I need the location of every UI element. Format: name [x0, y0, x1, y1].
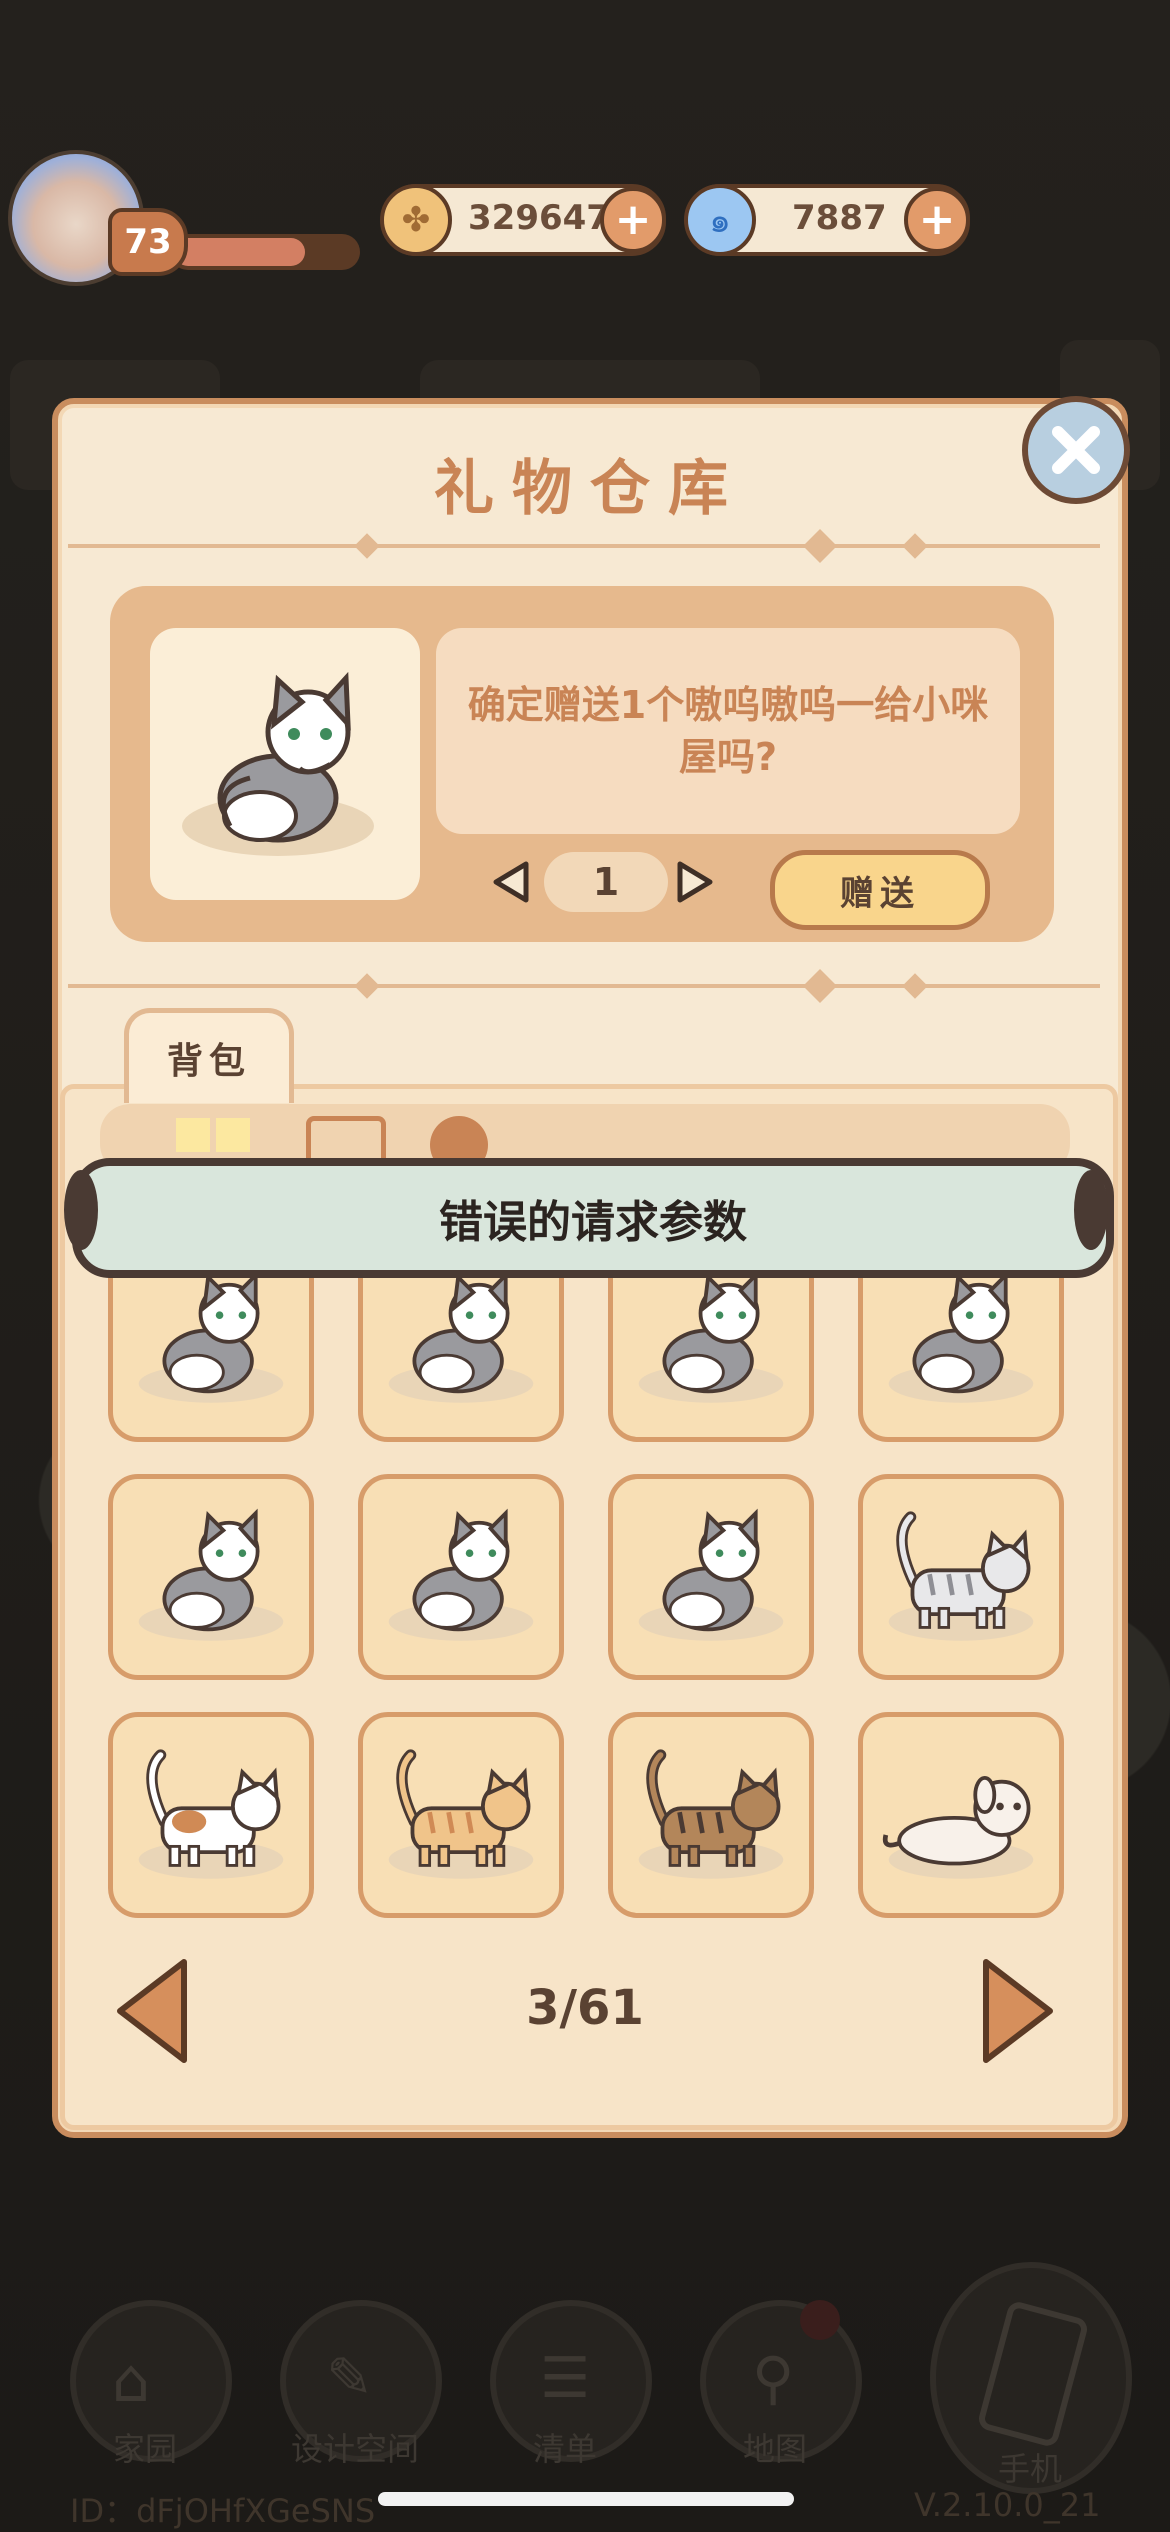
coin-counter: ✤ 329647 +: [380, 184, 666, 256]
leopard-standing-icon: [638, 1749, 784, 1879]
error-toast: 错误的请求参数: [72, 1158, 1114, 1278]
grey-tabby-cat-icon: [182, 671, 374, 856]
phone-icon: [976, 2299, 1090, 2449]
map-pin-icon: ⚲: [752, 2344, 795, 2412]
grey-tabby-sitting-icon: [638, 1508, 784, 1641]
inventory-slot[interactable]: [108, 1712, 314, 1918]
version-text: V.2.10.0_21: [914, 2486, 1101, 2524]
swirl-gem-icon: ๑: [684, 184, 756, 256]
filter-all-icon-part: [216, 1118, 250, 1152]
inventory-slot[interactable]: [858, 1474, 1064, 1680]
inventory-slot[interactable]: [608, 1712, 814, 1918]
gem-counter: ๑ 7887 +: [684, 184, 970, 256]
arrow-left-icon: [117, 1959, 187, 2063]
toast-right-cap: [1074, 1170, 1108, 1250]
decrease-quantity-button[interactable]: [492, 860, 530, 908]
notification-dot: [800, 2300, 840, 2340]
error-toast-message: 错误的请求参数: [439, 1197, 747, 1248]
nav-map-label: 地图: [742, 2430, 807, 2468]
inventory-slot[interactable]: [358, 1712, 564, 1918]
tab-backpack[interactable]: 背包: [124, 1008, 294, 1103]
level-badge: 73: [108, 208, 188, 276]
experience-fill: [174, 238, 305, 266]
clover-coin-icon: ✤: [380, 184, 452, 256]
add-coins-button[interactable]: +: [600, 187, 666, 253]
grey-tabby-sitting-icon: [138, 1508, 284, 1641]
gift-confirm-message: 确定赠送1个嗷呜嗷呜一给小咪屋吗?: [436, 628, 1020, 834]
quantity-value: 1: [544, 852, 668, 912]
next-page-button[interactable]: [978, 1956, 1058, 2070]
page-indicator: 3/61: [526, 1980, 644, 2036]
calico-standing-icon: [138, 1749, 284, 1879]
section-divider: [68, 984, 1100, 988]
arrow-right-icon: [677, 861, 713, 903]
orange-tabby-standing-icon: [388, 1749, 534, 1879]
nav-design-label: 设计空间: [290, 2430, 419, 2468]
inventory-slot[interactable]: [858, 1712, 1064, 1918]
filter-all-icon[interactable]: [176, 1118, 210, 1152]
arrow-right-icon: [983, 1959, 1053, 2063]
nav-list-label: 清单: [532, 2430, 597, 2468]
send-gift-button[interactable]: 赠送: [770, 850, 990, 930]
silver-tabby-standing-icon: [888, 1511, 1034, 1641]
add-gems-button[interactable]: +: [904, 187, 970, 253]
panel-title: 礼物仓库: [434, 454, 746, 524]
inventory-grid: [108, 1236, 1064, 1926]
toast-left-cap: [64, 1170, 98, 1250]
coin-value: 329647: [468, 198, 610, 238]
inventory-slot[interactable]: [108, 1474, 314, 1680]
inventory-slot[interactable]: [608, 1474, 814, 1680]
design-icon: ✎: [326, 2346, 373, 2411]
home-icon: ⌂: [112, 2346, 151, 2416]
nav-phone-label: 手机: [997, 2450, 1062, 2488]
grey-tabby-sitting-icon: [388, 1508, 534, 1641]
selected-gift-thumbnail: [150, 628, 420, 900]
gem-value: 7887: [792, 198, 887, 238]
title-divider: [68, 544, 1100, 548]
nav-home-label: 家园: [112, 2430, 177, 2468]
previous-page-button[interactable]: [112, 1956, 192, 2070]
list-icon: ☰: [540, 2346, 591, 2411]
experience-bar: [170, 234, 360, 270]
arrow-left-icon: [493, 861, 529, 903]
inventory-slot[interactable]: [358, 1474, 564, 1680]
increase-quantity-button[interactable]: [676, 860, 714, 908]
home-indicator: [378, 2492, 794, 2506]
white-dog-lying-icon: [882, 1775, 1034, 1879]
user-id-text: ID：dFjOHfXGeSNS: [70, 2492, 376, 2530]
